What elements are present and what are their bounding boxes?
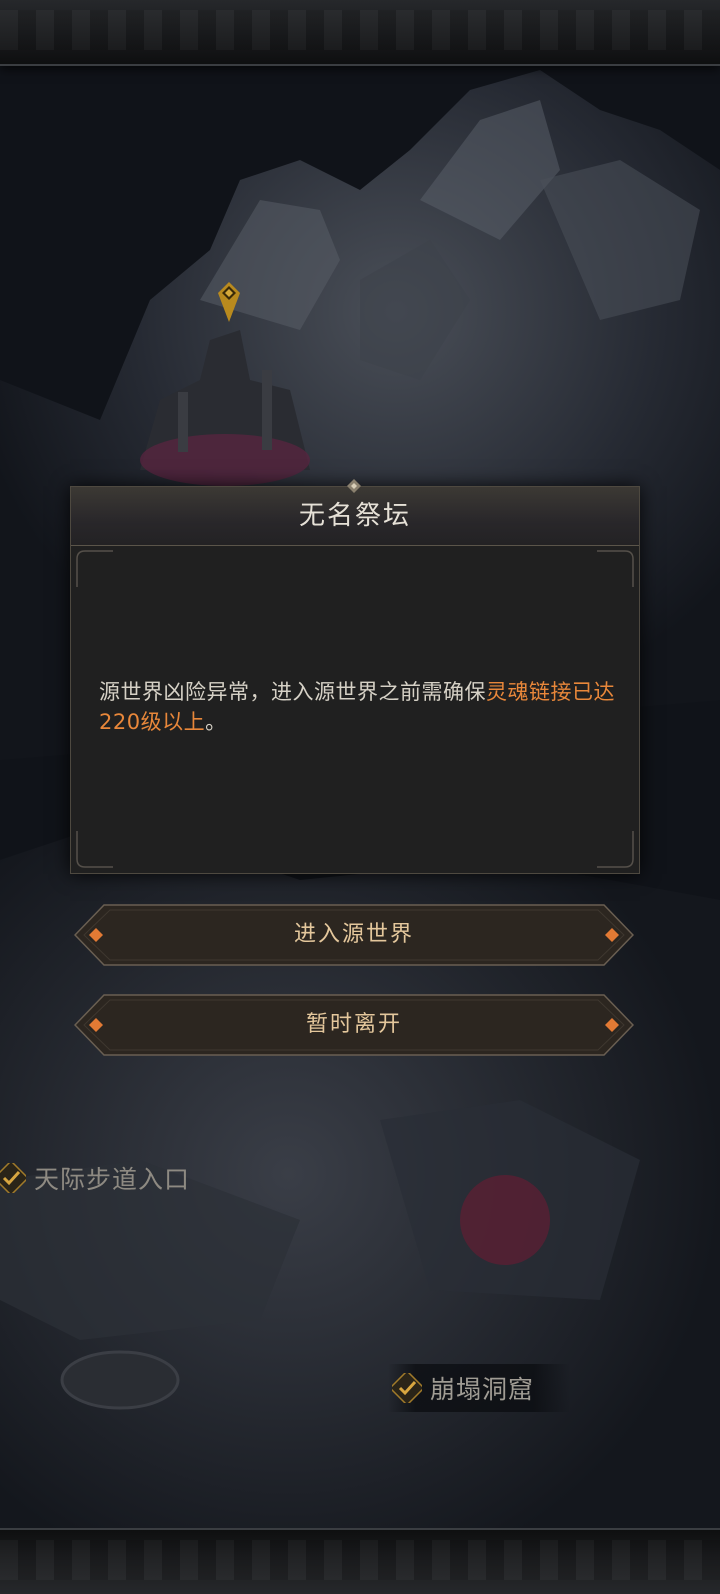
- location-collapsed-cave[interactable]: 崩塌洞窟: [388, 1364, 571, 1412]
- altar-dialog: 无名祭坛 源世界凶险异常，进入源世界之前需确保灵魂链接已达220级以上。: [70, 479, 640, 874]
- corner-ornament-icon: [76, 831, 113, 868]
- bottom-frame-bar: [0, 1528, 720, 1594]
- checkmark-icon: [392, 1373, 422, 1403]
- corner-ornament-icon: [76, 550, 113, 587]
- button-label: 暂时离开: [305, 1012, 402, 1037]
- location-label-text: 崩塌洞窟: [430, 1375, 535, 1404]
- checkmark-icon: [0, 1163, 26, 1193]
- message-text: 源世界凶险异常，进入源世界之前需确保: [99, 680, 486, 704]
- leave-temporarily-button[interactable]: 暂时离开: [74, 994, 634, 1056]
- message-text-end: 。: [205, 710, 227, 734]
- location-pin-icon[interactable]: [218, 282, 240, 322]
- corner-ornament-icon: [597, 550, 634, 587]
- top-frame-bar: [0, 0, 720, 66]
- enter-source-world-button[interactable]: 进入源世界: [74, 904, 634, 966]
- corner-ornament-icon: [597, 831, 634, 868]
- dialog-title: 无名祭坛: [298, 501, 411, 531]
- dialog-message: 源世界凶险异常，进入源世界之前需确保灵魂链接已达220级以上。: [99, 677, 619, 737]
- location-label-text: 天际步道入口: [34, 1165, 191, 1194]
- location-skyway-entrance[interactable]: 天际步道入口: [0, 1160, 190, 1196]
- button-label: 进入源世界: [293, 922, 414, 947]
